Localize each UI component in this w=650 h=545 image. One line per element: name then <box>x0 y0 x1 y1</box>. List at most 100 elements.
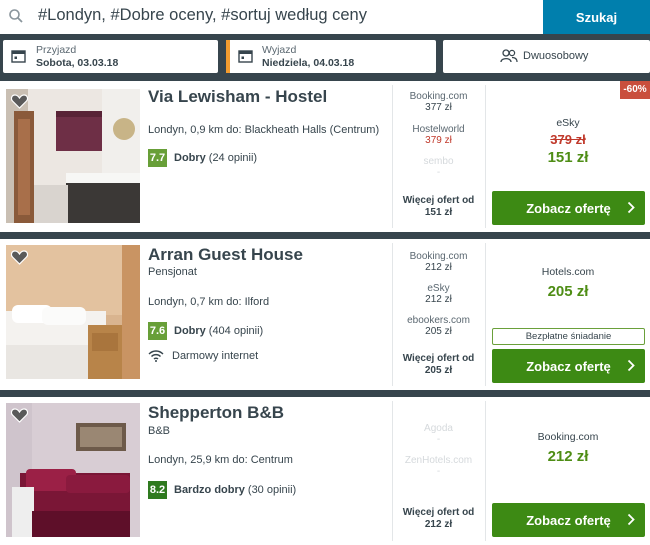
hotel-type: Pensjonat <box>148 266 197 278</box>
column-divider <box>485 85 486 228</box>
offer-price: 212 zł <box>425 294 452 305</box>
room-type-value: Dwuosobowy <box>523 50 589 62</box>
chevron-right-icon <box>627 359 635 375</box>
hotel-name[interactable]: Shepperton B&B <box>148 403 284 423</box>
offer-price: - <box>436 434 441 445</box>
hotel-card[interactable]: Via Lewisham - Hostel Londyn, 0,9 km do:… <box>0 81 650 232</box>
offer-booking[interactable]: Booking.com 212 zł <box>393 251 484 273</box>
rating-label: Dobry <box>174 325 206 337</box>
hotel-name[interactable]: Via Lewisham - Hostel <box>148 87 327 107</box>
offer-site: sembo <box>423 156 454 167</box>
favorite-heart-icon[interactable] <box>10 250 29 270</box>
favorite-heart-icon[interactable] <box>10 94 29 114</box>
offer-price: 377 zł <box>425 102 452 113</box>
hotel-photo[interactable] <box>6 403 140 537</box>
hotel-type: B&B <box>148 425 171 437</box>
more-offers-label: Więcej ofert od <box>402 507 475 518</box>
rating-score-badge: 7.7 <box>148 149 167 167</box>
review-count: (404 opinii) <box>208 325 264 337</box>
more-offers-label: Więcej ofert od <box>402 195 475 206</box>
room-type-field[interactable]: Dwuosobowy <box>443 40 650 73</box>
rating-label: Dobry <box>174 152 206 164</box>
hotel-distance: Londyn, 0,7 km do: Ilford <box>148 296 270 308</box>
discount-badge: -60% <box>620 81 650 99</box>
rating-score-badge: 8.2 <box>148 481 167 499</box>
checkout-label: Wyjazd <box>262 44 297 56</box>
rating-score-badge: 7.6 <box>148 322 167 340</box>
chevron-right-icon <box>627 201 635 217</box>
offer-esky[interactable]: eSky 212 zł <box>393 283 484 305</box>
more-offers-price: 212 zł <box>424 519 453 530</box>
calendar-icon <box>11 49 26 68</box>
checkin-label: Przyjazd <box>36 44 77 56</box>
offers-column: Agoda - ZenHotels.com - Więcej ofert od … <box>393 397 484 545</box>
more-offers-link[interactable]: Więcej ofert od 151 zł <box>393 195 484 219</box>
offer-price: - <box>436 466 441 477</box>
column-divider <box>485 401 486 541</box>
hotel-distance: Londyn, 0,9 km do: Blackheath Halls (Cen… <box>148 124 380 136</box>
more-offers-link[interactable]: Więcej ofert od 205 zł <box>393 353 484 377</box>
offer-price: 205 zł <box>425 326 452 337</box>
deal-price: 212 zł <box>547 448 589 465</box>
search-input[interactable]: #Londyn, #Dobre oceny, #sortuj według ce… <box>0 0 543 34</box>
checkout-field[interactable]: Wyjazd Niedziela, 04.03.18 <box>226 40 436 73</box>
view-offer-button[interactable]: Zobacz ofertę <box>492 349 645 383</box>
deal-site: Booking.com <box>537 431 599 443</box>
wifi-icon <box>148 350 164 362</box>
review-count: (24 opinii) <box>208 152 258 164</box>
offer-site: Agoda <box>424 423 453 434</box>
offer-site: ebookers.com <box>407 315 470 326</box>
view-offer-label: Zobacz ofertę <box>526 358 611 374</box>
view-offer-label: Zobacz ofertę <box>526 200 611 216</box>
amenity-item: Darmowy internet <box>148 350 258 362</box>
search-button[interactable]: Szukaj <box>543 0 650 34</box>
offer-sembo: sembo - <box>393 156 484 178</box>
chevron-right-icon <box>627 513 635 529</box>
deal-site: eSky <box>556 117 580 129</box>
amenity-label: Darmowy internet <box>172 350 259 362</box>
offer-price: - <box>436 167 441 178</box>
rating-label: Bardzo dobry <box>174 484 245 496</box>
checkin-field[interactable]: Przyjazd Sobota, 03.03.18 <box>3 40 218 73</box>
view-offer-button[interactable]: Zobacz ofertę <box>492 191 645 225</box>
offer-ebookers[interactable]: ebookers.com 205 zł <box>393 315 484 337</box>
hotel-photo[interactable] <box>6 245 140 379</box>
offer-site: ZenHotels.com <box>404 455 473 466</box>
column-divider <box>485 243 486 386</box>
search-query: #Londyn, #Dobre oceny, #sortuj według ce… <box>38 6 367 24</box>
offer-agoda: Agoda - <box>393 423 484 445</box>
checkout-accent-bar <box>226 40 230 73</box>
best-deal[interactable]: eSky 379 zł 151 zł <box>490 117 646 166</box>
best-deal[interactable]: Hotels.com 205 zł <box>490 266 646 300</box>
offer-site: Booking.com <box>409 251 468 262</box>
view-offer-label: Zobacz ofertę <box>526 512 611 528</box>
deal-price: 151 zł <box>547 149 589 166</box>
favorite-heart-icon[interactable] <box>10 408 29 428</box>
more-offers-link[interactable]: Więcej ofert od 212 zł <box>393 507 484 531</box>
offer-site: eSky <box>427 283 450 294</box>
best-deal[interactable]: Booking.com 212 zł <box>490 431 646 465</box>
deal-old-price: 379 zł <box>550 132 586 147</box>
offer-price: 212 zł <box>425 262 452 273</box>
hotel-photo[interactable] <box>6 89 140 223</box>
hotel-rating[interactable]: 7.6 Dobry (404 opinii) <box>148 322 263 340</box>
offers-column: Booking.com 377 zł Hostelworld 379 zł se… <box>393 81 484 232</box>
hotel-distance: Londyn, 25,9 km do: Centrum <box>148 454 293 466</box>
hotel-name[interactable]: Arran Guest House <box>148 245 303 265</box>
more-offers-price: 151 zł <box>424 207 453 218</box>
search-icon <box>8 8 24 29</box>
hotel-card[interactable]: Arran Guest House Pensjonat Londyn, 0,7 … <box>0 239 650 390</box>
hotel-rating[interactable]: 7.7 Dobry (24 opinii) <box>148 149 257 167</box>
offer-site: Booking.com <box>409 91 468 102</box>
hotel-card[interactable]: Shepperton B&B B&B Londyn, 25,9 km do: C… <box>0 397 650 545</box>
deal-site: Hotels.com <box>541 266 595 278</box>
offer-hostelworld[interactable]: Hostelworld 379 zł <box>393 124 484 146</box>
checkout-value: Niedziela, 04.03.18 <box>262 57 355 69</box>
more-offers-label: Więcej ofert od <box>402 353 475 364</box>
view-offer-button[interactable]: Zobacz ofertę <box>492 503 645 537</box>
offers-column: Booking.com 212 zł eSky 212 zł ebookers.… <box>393 239 484 390</box>
offer-zenhotels: ZenHotels.com - <box>393 455 484 477</box>
offer-booking[interactable]: Booking.com 377 zł <box>393 91 484 113</box>
hotel-rating[interactable]: 8.2 Bardzo dobry (30 opinii) <box>148 481 296 499</box>
more-offers-price: 205 zł <box>424 365 453 376</box>
